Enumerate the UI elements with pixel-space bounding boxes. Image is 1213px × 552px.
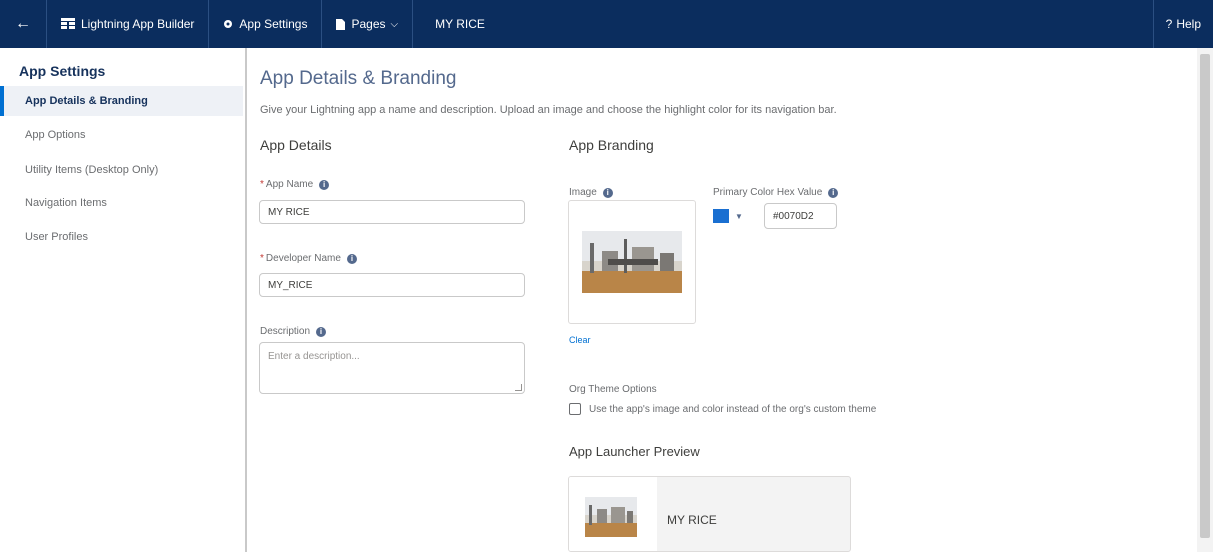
description-placeholder: Enter a description... [268,351,360,362]
vertical-scrollbar[interactable] [1197,48,1213,552]
builder-label: Lightning App Builder [81,17,195,31]
primary-color-label-text: Primary Color Hex Value [713,187,823,198]
description-label-text: Description [260,326,311,337]
app-image-thumbnail [582,231,682,293]
required-marker: * [260,253,264,264]
description-label: Description i [260,326,327,337]
app-name-label: * App Name i [260,179,330,190]
info-icon[interactable]: i [828,187,839,198]
org-theme-label: Org Theme Options [569,384,657,395]
help-label: Help [1176,17,1201,31]
resize-handle-icon[interactable] [515,384,522,391]
image-label-text: Image [569,187,597,198]
org-theme-option: Use the app's image and color instead of… [569,403,876,415]
theme-checkbox-label: Use the app's image and color instead of… [589,403,877,415]
app-name-title: MY RICE [413,0,499,48]
preview-app-thumbnail [585,497,637,537]
sidebar: App Settings App Details & Branding App … [0,48,247,552]
top-bar: ← Lightning App Builder App Settings Pag… [0,0,1213,48]
sidebar-item-label: Navigation Items [25,197,107,209]
app-launcher-preview-card: MY RICE [568,476,851,552]
gear-icon [223,19,233,29]
primary-color-value: #0070D2 [773,210,814,222]
developer-name-label: * Developer Name i [260,253,357,264]
preview-app-name: MY RICE [667,513,717,527]
description-textarea[interactable]: Enter a description... [259,342,525,394]
developer-name-value: MY_RICE [268,279,313,291]
required-marker: * [260,179,264,190]
app-settings-label: App Settings [239,17,308,31]
developer-name-label-text: Developer Name [265,253,341,264]
app-settings-button[interactable]: App Settings [209,0,323,48]
theme-checkbox[interactable] [569,403,581,415]
lightning-app-builder-menu[interactable]: Lightning App Builder [47,0,210,48]
image-upload-box[interactable] [568,200,696,324]
page-icon [336,18,346,30]
color-swatch [713,209,729,223]
info-icon[interactable]: i [316,326,327,337]
chevron-down-icon: ⌵ [390,18,399,30]
sidebar-title: App Settings [19,63,106,79]
clear-image-link[interactable]: Clear [569,335,591,345]
app-launcher-preview-heading: App Launcher Preview [569,444,700,459]
primary-color-label: Primary Color Hex Value i [713,187,839,198]
sidebar-item-utility-items[interactable]: Utility Items (Desktop Only) [0,155,243,185]
help-icon: ? [1165,17,1173,31]
sidebar-item-navigation-items[interactable]: Navigation Items [0,188,243,218]
developer-name-input[interactable]: MY_RICE [259,273,525,297]
page-title: App Details & Branding [260,68,457,89]
image-label: Image i [569,187,613,198]
app-name-input[interactable]: MY RICE [259,200,525,224]
scrollbar-thumb[interactable] [1200,54,1210,538]
app-branding-heading: App Branding [569,137,654,153]
sidebar-item-label: App Details & Branding [25,95,148,107]
app-name-value: MY RICE [268,206,310,218]
sidebar-item-label: User Profiles [25,231,88,243]
app-name-label-text: App Name [265,179,314,190]
app-name-text: MY RICE [435,17,485,31]
info-icon[interactable]: i [319,179,330,190]
back-arrow-icon: ← [15,15,31,32]
help-link[interactable]: ? Help [1152,0,1213,48]
sidebar-item-user-profiles[interactable]: User Profiles [0,222,243,252]
sidebar-item-app-options[interactable]: App Options [0,120,243,150]
sidebar-item-label: App Options [25,129,86,141]
sidebar-item-app-details-branding[interactable]: App Details & Branding [0,86,243,116]
pages-dropdown[interactable]: Pages ⌵ [322,0,414,48]
primary-color-input[interactable]: #0070D2 [764,203,837,229]
info-icon[interactable]: i [346,253,357,264]
main-content: App Details & Branding Give your Lightni… [247,48,1197,552]
preview-tile-image-area [569,477,657,551]
chevron-down-icon: ▼ [735,211,743,221]
pages-label: Pages [351,17,386,31]
info-icon[interactable]: i [602,187,613,198]
color-picker-button[interactable]: ▼ [713,203,759,229]
app-details-heading: App Details [260,137,332,153]
page-subtitle: Give your Lightning app a name and descr… [260,104,837,116]
back-button[interactable]: ← [0,0,47,48]
sidebar-item-label: Utility Items (Desktop Only) [25,164,159,176]
app-builder-icon [61,18,75,30]
